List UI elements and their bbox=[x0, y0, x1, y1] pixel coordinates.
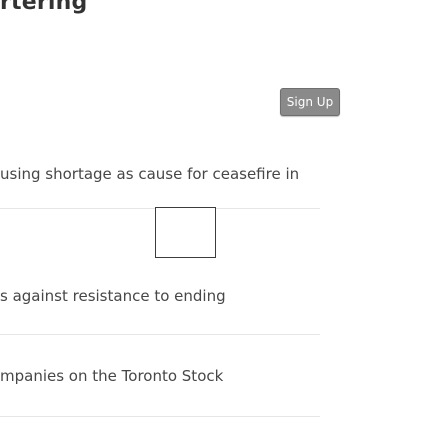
headline-link[interactable]: mpanies on the Toronto Stock bbox=[0, 366, 223, 386]
headline-link[interactable]: using shortage as cause for ceasefire in bbox=[0, 164, 299, 184]
page: rtering Sign Up using shortage as cause … bbox=[0, 0, 448, 448]
divider bbox=[0, 334, 320, 335]
sign-up-button[interactable]: Sign Up bbox=[280, 88, 340, 116]
site-title[interactable]: rtering bbox=[0, 0, 88, 15]
article-thumbnail[interactable] bbox=[155, 207, 216, 258]
headline-link[interactable]: s against resistance to ending bbox=[0, 286, 226, 306]
divider bbox=[0, 416, 320, 417]
